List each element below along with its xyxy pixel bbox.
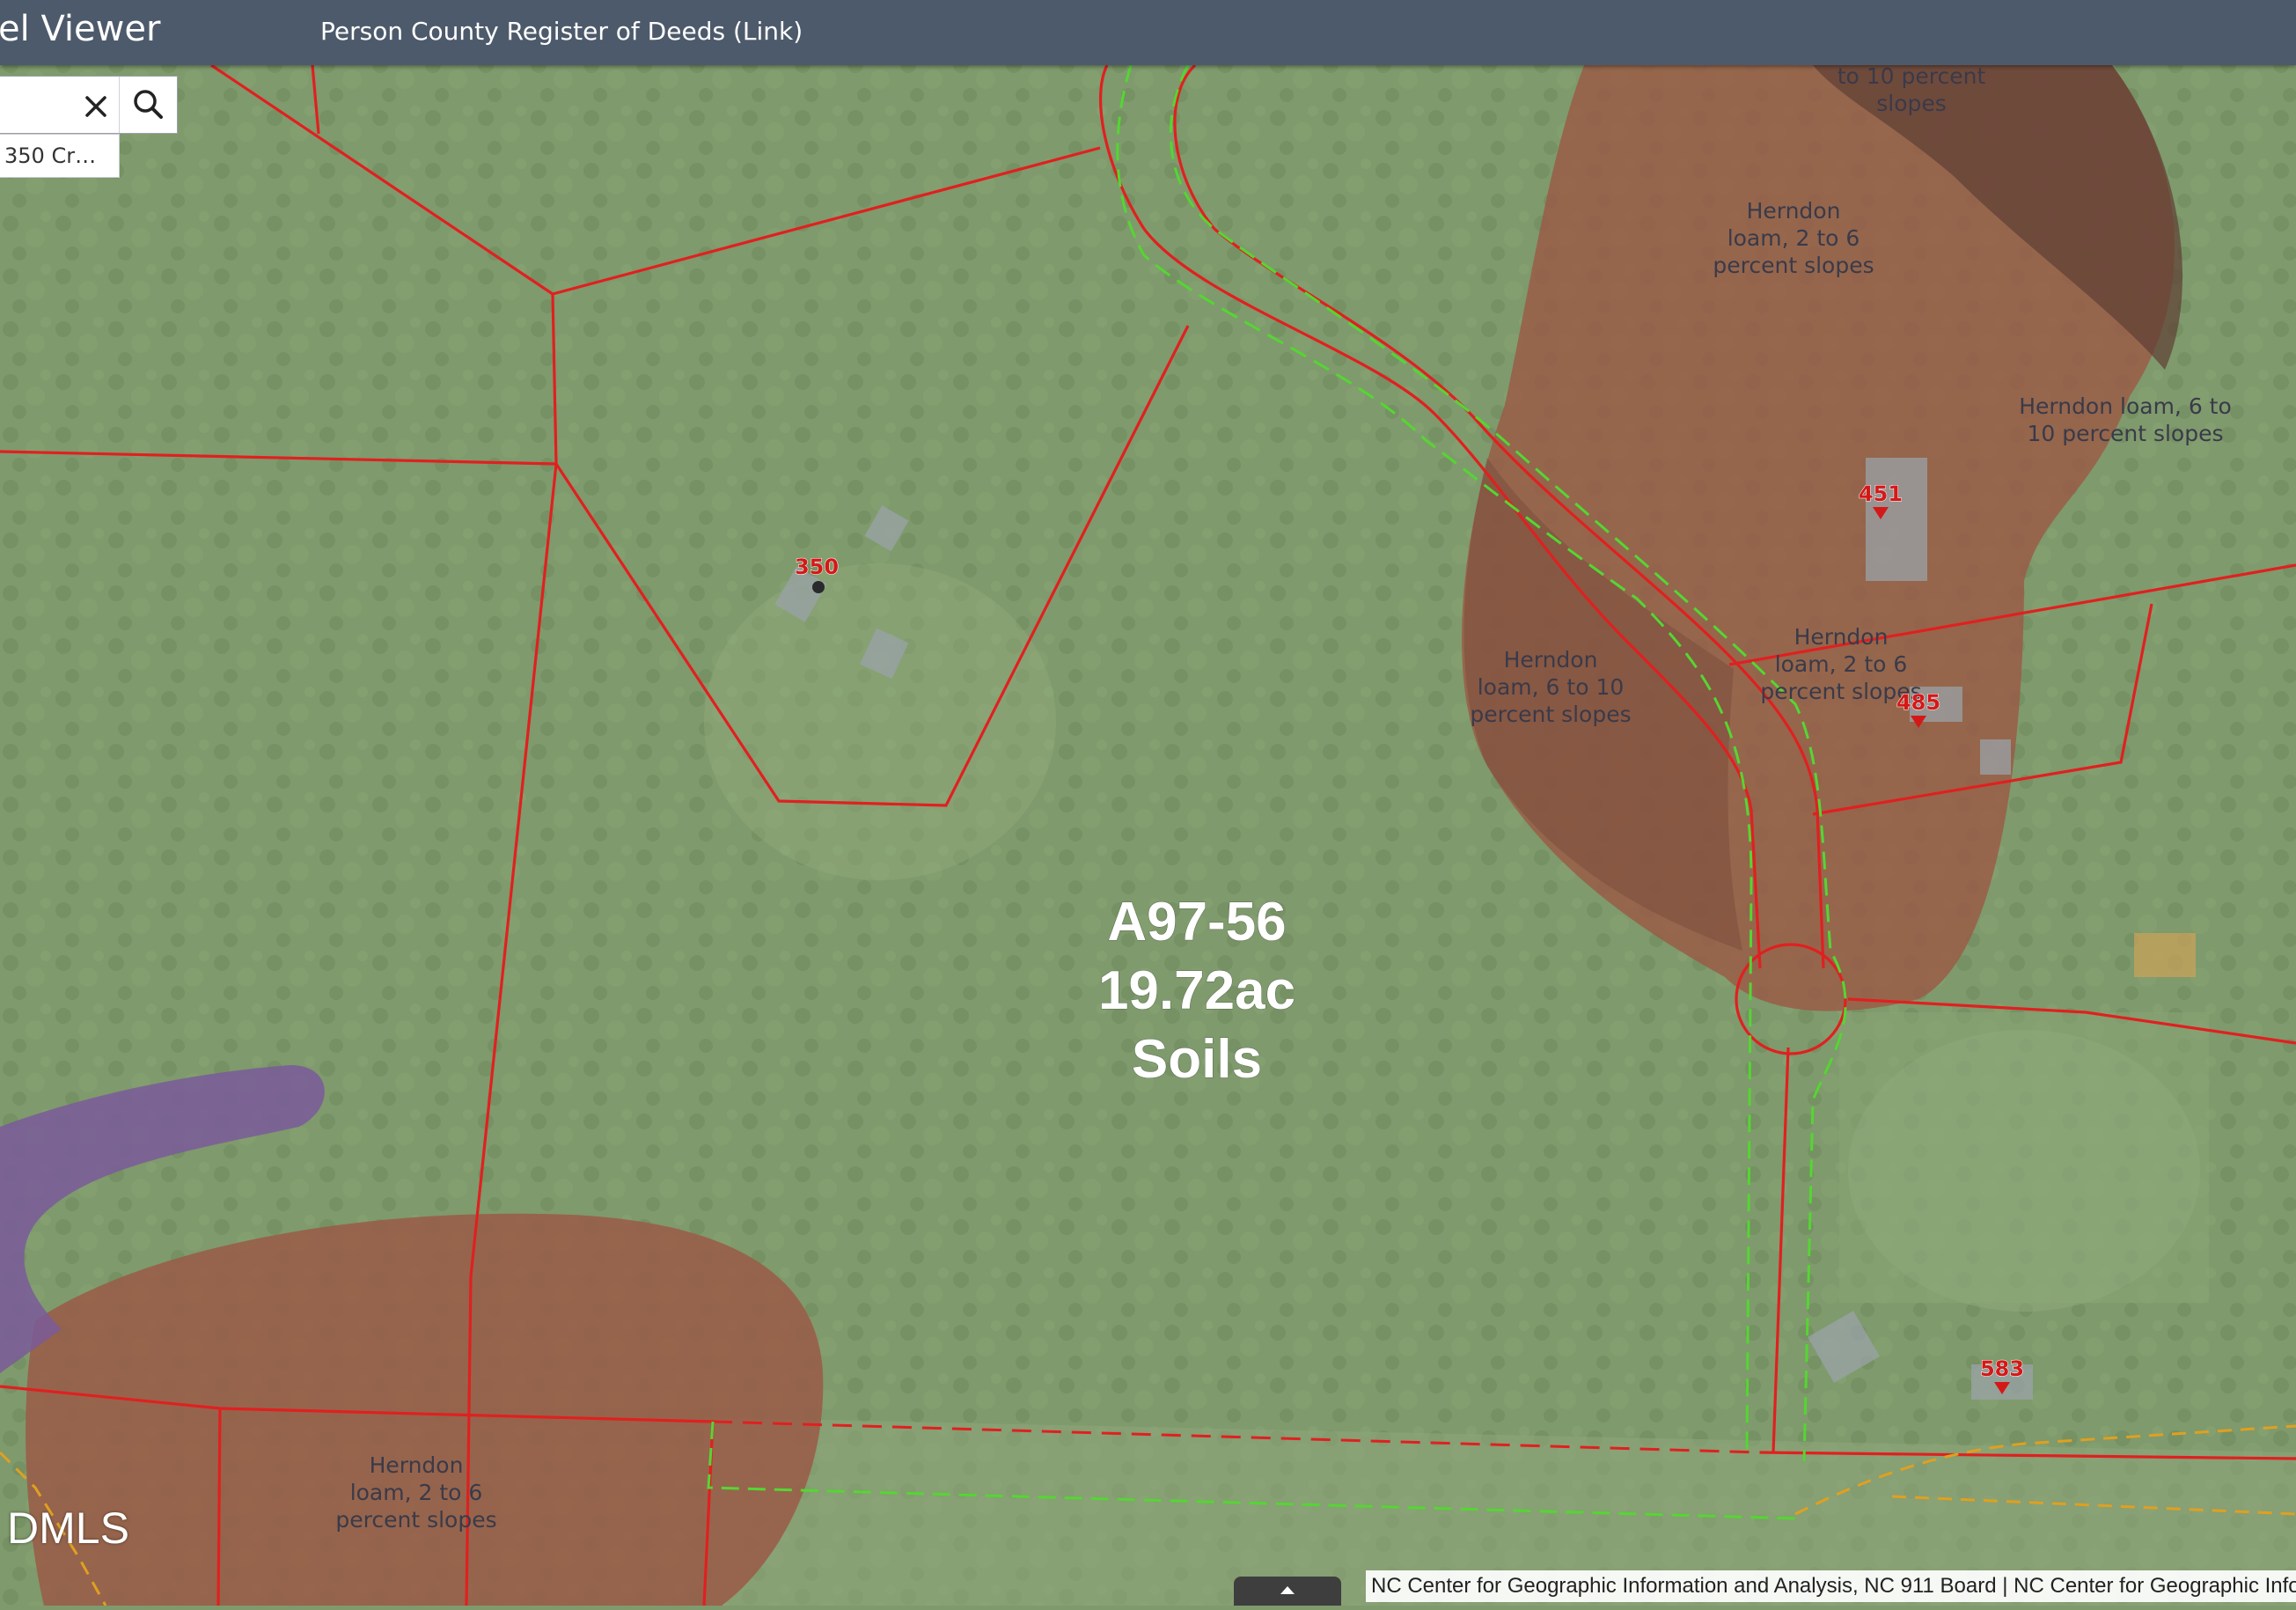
map-canvas[interactable]: to 10 percent slopes Herndon loam, 2 to 6p… bbox=[0, 0, 2296, 1606]
soil-label-line: loam, 2 to 6 bbox=[1728, 225, 1860, 251]
point-icon bbox=[812, 581, 825, 593]
register-of-deeds-link[interactable]: Person County Register of Deeds (Link) bbox=[320, 17, 803, 46]
map-attribution: NC Center for Geographic Information and… bbox=[1366, 1570, 2296, 1602]
parcel-number: 350 bbox=[795, 555, 839, 579]
parcel-number: 451 bbox=[1859, 482, 1903, 506]
search-widget bbox=[0, 76, 178, 134]
close-icon bbox=[85, 96, 106, 117]
soil-label-line: loam, 2 to 6 bbox=[350, 1480, 483, 1505]
soil-label-line: to 10 percent bbox=[1838, 63, 1986, 89]
expand-panel-button[interactable] bbox=[1234, 1577, 1341, 1606]
app-header: el Viewer Person County Register of Deed… bbox=[0, 0, 2296, 65]
search-suggestion[interactable]: 350 Cr… bbox=[0, 134, 120, 178]
soil-label-line: 10 percent slopes bbox=[2028, 421, 2224, 446]
field bbox=[1839, 1012, 2209, 1303]
soil-label-line: percent slopes bbox=[1470, 702, 1631, 727]
soil-label-line: slopes bbox=[1876, 91, 1947, 116]
parcel-number: 583 bbox=[1980, 1356, 2024, 1381]
search-icon bbox=[134, 90, 163, 119]
parcel-acreage: 19.72ac bbox=[1098, 960, 1295, 1021]
parcel-number: 485 bbox=[1896, 690, 1940, 715]
clear-search-button[interactable] bbox=[78, 89, 114, 124]
soil-label-line: Herndon bbox=[1794, 624, 1889, 650]
soil-label-line: Herndon bbox=[1504, 647, 1598, 673]
clearing bbox=[704, 563, 1056, 880]
watermark: DMLS bbox=[7, 1503, 129, 1553]
soil-label-line: Herndon bbox=[1747, 198, 1841, 224]
app-title: el Viewer bbox=[0, 9, 161, 49]
soil-label-line: loam, 2 to 6 bbox=[1775, 651, 1908, 677]
soil-polygon bbox=[26, 1213, 824, 1606]
layer-name: Soils bbox=[1132, 1029, 1262, 1090]
chevron-up-icon bbox=[1280, 1586, 1295, 1594]
soil-label-line: Herndon loam, 6 to bbox=[2019, 393, 2232, 419]
soil-label-line: loam, 6 to 10 bbox=[1478, 674, 1625, 700]
search-button[interactable] bbox=[119, 77, 178, 133]
soil-label-line: percent slopes bbox=[335, 1507, 496, 1533]
parcel-id: A97-56 bbox=[1107, 892, 1286, 952]
soil-label-line: percent slopes bbox=[1713, 253, 1874, 278]
soil-label-line: Herndon bbox=[370, 1452, 464, 1478]
